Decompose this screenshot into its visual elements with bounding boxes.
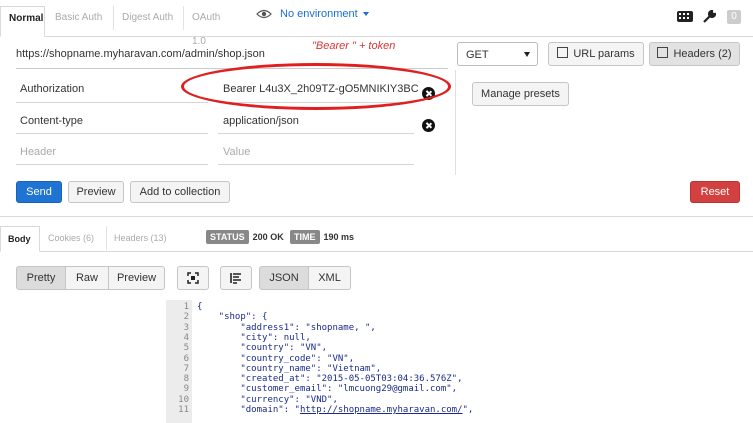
preview-button[interactable]: Preview (68, 181, 124, 203)
divider (0, 216, 753, 217)
eye-icon (256, 9, 272, 19)
method-select[interactable]: GET (457, 42, 538, 66)
edit-icon (557, 47, 569, 58)
line-number: 1 (183, 302, 189, 312)
reset-button[interactable]: Reset (690, 181, 740, 203)
line-number: 3 (183, 322, 189, 333)
line-number: 8 (183, 374, 189, 385)
caret-down-icon (362, 12, 369, 17)
new-header-key[interactable]: Header (20, 146, 56, 158)
edit-icon (657, 47, 669, 58)
tab-body[interactable]: Body (0, 226, 40, 252)
fullscreen-button[interactable] (177, 266, 209, 290)
format-xml-button[interactable]: XML (308, 266, 351, 290)
line-number: 11 (178, 405, 189, 415)
tab-digest-auth[interactable]: Digest Auth (114, 6, 184, 30)
status-indicator: STATUS 200 OK (206, 230, 284, 244)
header-key-authorization[interactable]: Authorization (20, 83, 84, 95)
time-indicator: TIME 190 ms (290, 230, 354, 244)
tab-normal[interactable]: Normal (0, 6, 45, 37)
field-underline (16, 102, 208, 103)
line-number: 10 (178, 394, 189, 405)
field-underline (16, 133, 208, 134)
line-number: 7 (183, 363, 189, 374)
line-number: 4 (183, 332, 189, 343)
code-line: "shop": { (197, 312, 268, 323)
url-params-button[interactable]: URL params (548, 42, 644, 66)
line-number: 5 (183, 343, 189, 354)
remove-header-icon[interactable] (422, 119, 435, 132)
expand-icon (187, 272, 199, 284)
manage-presets-button[interactable]: Manage presets (472, 82, 569, 106)
keyboard-icon[interactable] (677, 11, 694, 23)
annotation-circle (181, 63, 451, 110)
caret-down-icon (524, 52, 530, 57)
code-line: "country": "VN", (197, 343, 328, 354)
line-number: 9 (183, 384, 189, 395)
panel-divider (455, 70, 456, 175)
code-line: "created_at": "2015-05-05T03:04:36.576Z"… (197, 374, 463, 385)
annotation-text: "Bearer " + token (312, 40, 396, 52)
field-underline (218, 164, 414, 165)
view-pretty-button[interactable]: Pretty (16, 266, 66, 290)
header-value-content-type[interactable]: application/json (223, 115, 413, 127)
status-label: STATUS (206, 230, 249, 244)
wrap-lines-icon (230, 273, 241, 284)
code-line: "address1": "shopname, ", (197, 322, 376, 333)
view-raw-button[interactable]: Raw (65, 266, 109, 290)
line-number: 6 (183, 353, 189, 364)
code-line: { (197, 302, 203, 312)
url-params-label: URL params (573, 48, 635, 60)
time-value: 190 ms (323, 232, 355, 242)
environment-selector[interactable]: No environment (256, 8, 369, 20)
environment-label: No environment (280, 8, 358, 20)
top-icons: 0 (677, 9, 741, 24)
wrap-button[interactable] (220, 266, 252, 290)
view-preview-button[interactable]: Preview (108, 266, 165, 290)
tab-cookies[interactable]: Cookies (6) (41, 226, 107, 250)
new-header-value[interactable]: Value (223, 146, 250, 158)
code-line: "customer_email": "lmcuong29@gmail.com", (197, 384, 458, 395)
add-to-collection-button[interactable]: Add to collection (130, 181, 230, 203)
count-badge: 0 (727, 9, 741, 24)
tab-response-headers[interactable]: Headers (13) (107, 226, 179, 250)
time-label: TIME (290, 230, 320, 244)
field-underline (218, 133, 414, 134)
send-button[interactable]: Send (16, 181, 62, 203)
code-line: "city": null, (197, 332, 311, 343)
code-line: "currency": "VND", (197, 394, 338, 405)
method-value: GET (466, 49, 489, 61)
headers-label: Headers (2) (673, 48, 732, 60)
code-line: "domain": "http://shopname.myharavan.com… (197, 405, 474, 415)
code-line: "country_name": "Vietnam", (197, 363, 382, 374)
code-line: "country_code": "VN", (197, 353, 355, 364)
field-underline (16, 164, 208, 165)
line-number: 2 (183, 312, 189, 323)
format-json-button[interactable]: JSON (259, 266, 309, 290)
header-key-content-type[interactable]: Content-type (20, 115, 83, 127)
wrench-icon[interactable] (702, 10, 716, 24)
divider (40, 251, 753, 252)
tab-oauth[interactable]: OAuth 1.0 (184, 6, 244, 47)
code-link[interactable]: http://shopname.myharavan.com/ (300, 405, 463, 415)
headers-button[interactable]: Headers (2) (649, 42, 740, 66)
tab-basic-auth[interactable]: Basic Auth (47, 6, 114, 30)
status-value: 200 OK (252, 232, 284, 242)
auth-tabs-bar: Normal Basic Auth Digest Auth OAuth 1.0 (0, 0, 753, 47)
